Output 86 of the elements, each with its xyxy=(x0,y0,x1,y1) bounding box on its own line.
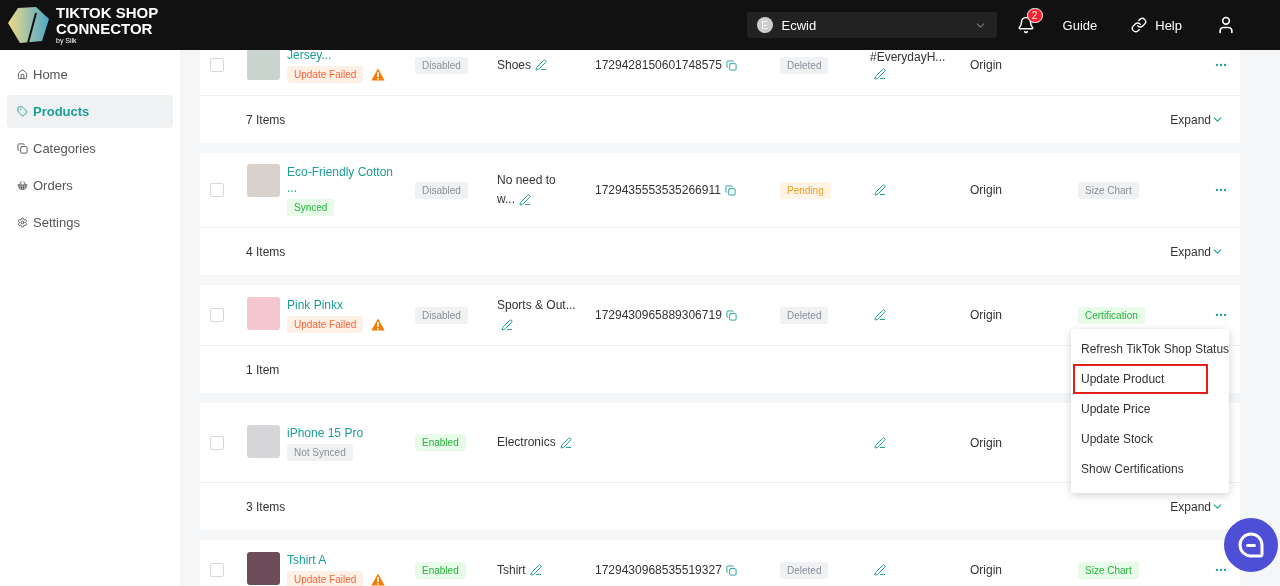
status-tag: Enabled xyxy=(415,561,466,579)
edit-icon[interactable] xyxy=(535,59,548,72)
product-id: 1729435553535266911 xyxy=(595,183,721,197)
copy-icon[interactable] xyxy=(725,564,737,576)
menu-item[interactable]: Show Certifications xyxy=(1075,456,1190,482)
item-count: 4 Items xyxy=(246,244,286,259)
house-icon xyxy=(17,69,28,80)
tag-icon xyxy=(17,106,28,117)
status-tag: Deleted xyxy=(780,306,829,324)
status-tag: Not Synced xyxy=(287,443,353,461)
expand-button[interactable]: Expand xyxy=(1170,244,1224,259)
product-id: 1729430965889306719 xyxy=(595,308,722,322)
user-icon[interactable] xyxy=(1216,15,1236,35)
menu-item[interactable]: Update Product xyxy=(1075,366,1207,392)
edit-icon[interactable] xyxy=(501,318,513,331)
copy-icon[interactable] xyxy=(725,309,737,321)
copy-icon[interactable] xyxy=(725,59,737,71)
category-text: Shoes xyxy=(497,55,548,75)
item-count: 7 Items xyxy=(246,112,286,127)
edit-icon[interactable] xyxy=(529,564,542,577)
status-tag: Disabled xyxy=(415,181,468,199)
status-tag: Enabled xyxy=(415,434,466,451)
chat-bubble-icon xyxy=(1237,531,1265,559)
status-tag: Synced xyxy=(287,199,335,216)
expand-button[interactable]: Expand xyxy=(1170,112,1224,127)
menu-item[interactable]: Update Stock xyxy=(1075,426,1160,452)
checkbox[interactable] xyxy=(210,435,224,450)
sidebar-item[interactable]: Orders xyxy=(7,169,173,202)
sidebar-item[interactable]: Home xyxy=(7,58,173,91)
category-text: No need to w... xyxy=(497,172,557,208)
notification-count: 2 xyxy=(1026,8,1043,23)
status-tag: Disabled xyxy=(415,306,468,324)
product-id: 1729430968535519327 xyxy=(595,563,722,577)
help-link[interactable]: Help xyxy=(1131,17,1182,33)
status-tag: Update Failed xyxy=(287,316,364,333)
edit-icon[interactable] xyxy=(874,564,886,576)
status-tag: Disabled xyxy=(415,56,468,74)
copy-icon xyxy=(17,143,28,154)
warning-icon xyxy=(371,318,386,331)
checkbox[interactable] xyxy=(210,58,224,72)
copy-icon[interactable] xyxy=(724,184,736,196)
menu-item[interactable]: Update Price xyxy=(1075,396,1157,422)
origin-text: Origin xyxy=(970,58,1002,72)
tag-text: #EverydayH... xyxy=(870,50,946,64)
category-text: Tshirt xyxy=(497,560,542,580)
checkbox[interactable] xyxy=(210,183,224,197)
product-id: 1729428150601748575 xyxy=(595,58,722,72)
chat-button[interactable] xyxy=(1224,518,1278,572)
sidebar-item[interactable]: Categories xyxy=(7,132,173,165)
item-count: 1 Item xyxy=(246,362,280,377)
origin-text: Origin xyxy=(970,435,1002,450)
status-tag: Deleted xyxy=(780,561,829,579)
guide-link[interactable]: Guide xyxy=(1062,17,1098,33)
gear-icon xyxy=(17,217,28,228)
menu-item[interactable]: Refresh TikTok Shop Status xyxy=(1075,336,1229,362)
checkbox[interactable] xyxy=(210,563,224,577)
status-tag: Update Failed xyxy=(287,66,364,83)
origin-text: Origin xyxy=(970,308,1002,322)
edit-icon[interactable] xyxy=(874,68,886,80)
item-count: 3 Items xyxy=(246,499,286,514)
origin-text: Origin xyxy=(970,563,1002,577)
edit-icon[interactable] xyxy=(559,436,572,449)
edit-icon[interactable] xyxy=(874,436,886,449)
photo-placeholder xyxy=(247,297,280,330)
origin-text: Origin xyxy=(970,183,1002,197)
status-tag: Update Failed xyxy=(287,571,364,586)
category-text: Sports & Out... xyxy=(497,296,577,334)
checkbox[interactable] xyxy=(210,308,224,322)
status-tag: Size Chart xyxy=(1078,561,1139,579)
link-icon xyxy=(1131,17,1148,33)
edit-icon[interactable] xyxy=(874,184,886,196)
status-tag: Pending xyxy=(780,181,831,199)
warning-icon xyxy=(371,68,386,81)
category-text: Electronics xyxy=(497,433,572,452)
photo-placeholder xyxy=(247,552,280,585)
edit-icon[interactable] xyxy=(874,309,886,321)
expand-button[interactable]: Expand xyxy=(1170,499,1224,514)
photo-placeholder xyxy=(247,164,280,197)
photo-placeholder xyxy=(247,424,280,458)
status-tag: Certification xyxy=(1078,306,1145,324)
sidebar-item[interactable]: Settings xyxy=(7,206,173,239)
status-tag: Deleted xyxy=(780,56,829,74)
status-tag: Size Chart xyxy=(1078,181,1139,199)
photo-placeholder xyxy=(247,50,280,80)
basket-icon xyxy=(17,180,28,191)
edit-icon[interactable] xyxy=(519,193,531,206)
